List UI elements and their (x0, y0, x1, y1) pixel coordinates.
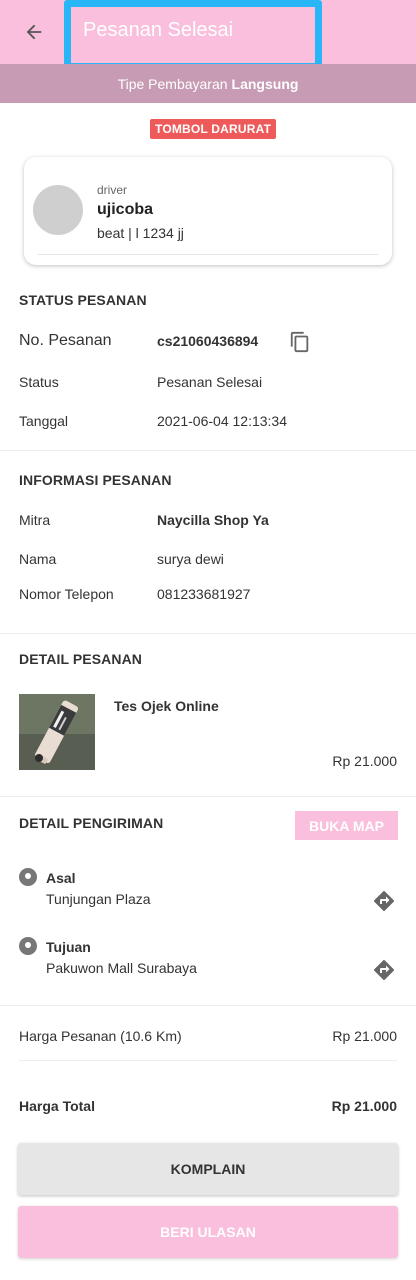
price-divider (19, 1060, 397, 1061)
directions-icon (374, 891, 394, 911)
partner-label: Mitra (19, 512, 51, 528)
copy-icon (290, 331, 309, 353)
section-divider (0, 633, 416, 634)
review-button[interactable]: BERI ULASAN (18, 1206, 398, 1258)
driver-name: ujicoba (97, 201, 154, 218)
product-image (19, 694, 95, 770)
status-label: Status (19, 374, 59, 390)
section-divider (0, 1005, 416, 1006)
driver-vehicle: beat | l 1234 jj (97, 225, 184, 241)
driver-avatar (33, 185, 83, 235)
order-number-value: cs21060436894 (157, 333, 259, 349)
order-price-value: Rp 21.000 (332, 1028, 397, 1044)
payment-type-bar: Tipe Pembayaran Langsung (0, 64, 416, 103)
origin-directions-button[interactable] (372, 889, 396, 913)
destination-directions-button[interactable] (372, 958, 396, 982)
payment-type-prefix: Tipe Pembayaran (117, 75, 228, 92)
detail-section-title: DETAIL PESANAN (19, 651, 143, 667)
page-title: Pesanan Selesai (83, 19, 234, 41)
driver-card: driver ujicoba beat | l 1234 jj (24, 157, 392, 265)
section-divider (0, 796, 416, 797)
back-button[interactable] (16, 14, 52, 50)
customer-name-value: surya dewi (157, 551, 224, 567)
arrow-left-icon (26, 24, 42, 40)
copy-button[interactable] (289, 331, 311, 353)
shipping-section-title: DETAIL PENGIRIMAN (19, 815, 164, 831)
location-pin-icon (19, 868, 37, 886)
phone-label: Nomor Telepon (19, 586, 114, 602)
status-value: Pesanan Selesai (157, 374, 263, 390)
destination-value: Pakuwon Mall Surabaya (46, 960, 197, 976)
status-section-title: STATUS PESANAN (19, 292, 147, 308)
total-price-label: Harga Total (19, 1098, 95, 1114)
origin-value: Tunjungan Plaza (46, 891, 151, 907)
driver-card-divider (38, 254, 378, 255)
total-price-value: Rp 21.000 (331, 1098, 397, 1114)
origin-label: Asal (46, 870, 76, 886)
date-value: 2021-06-04 12:13:34 (157, 413, 287, 429)
payment-type-value: Langsung (231, 75, 299, 92)
info-section-title: INFORMASI PESANAN (19, 472, 172, 488)
location-pin-icon (19, 937, 37, 955)
driver-role: driver (97, 183, 128, 197)
date-label: Tanggal (19, 413, 69, 429)
destination-label: Tujuan (46, 939, 91, 955)
product-price: Rp 21.000 (332, 753, 397, 769)
directions-icon (374, 960, 394, 980)
complain-button[interactable]: KOMPLAIN (18, 1143, 398, 1195)
emergency-button[interactable]: TOMBOL DARURAT (150, 119, 277, 139)
open-map-button[interactable]: BUKA MAP (295, 811, 398, 840)
customer-name-label: Nama (19, 551, 57, 567)
phone-value: 081233681927 (157, 586, 251, 602)
section-divider (0, 450, 416, 451)
product-name: Tes Ojek Online (114, 698, 219, 714)
partner-value: Naycilla Shop Ya (157, 512, 269, 528)
order-price-label: Harga Pesanan (10.6 Km) (19, 1028, 182, 1044)
order-number-label: No. Pesanan (19, 332, 112, 349)
